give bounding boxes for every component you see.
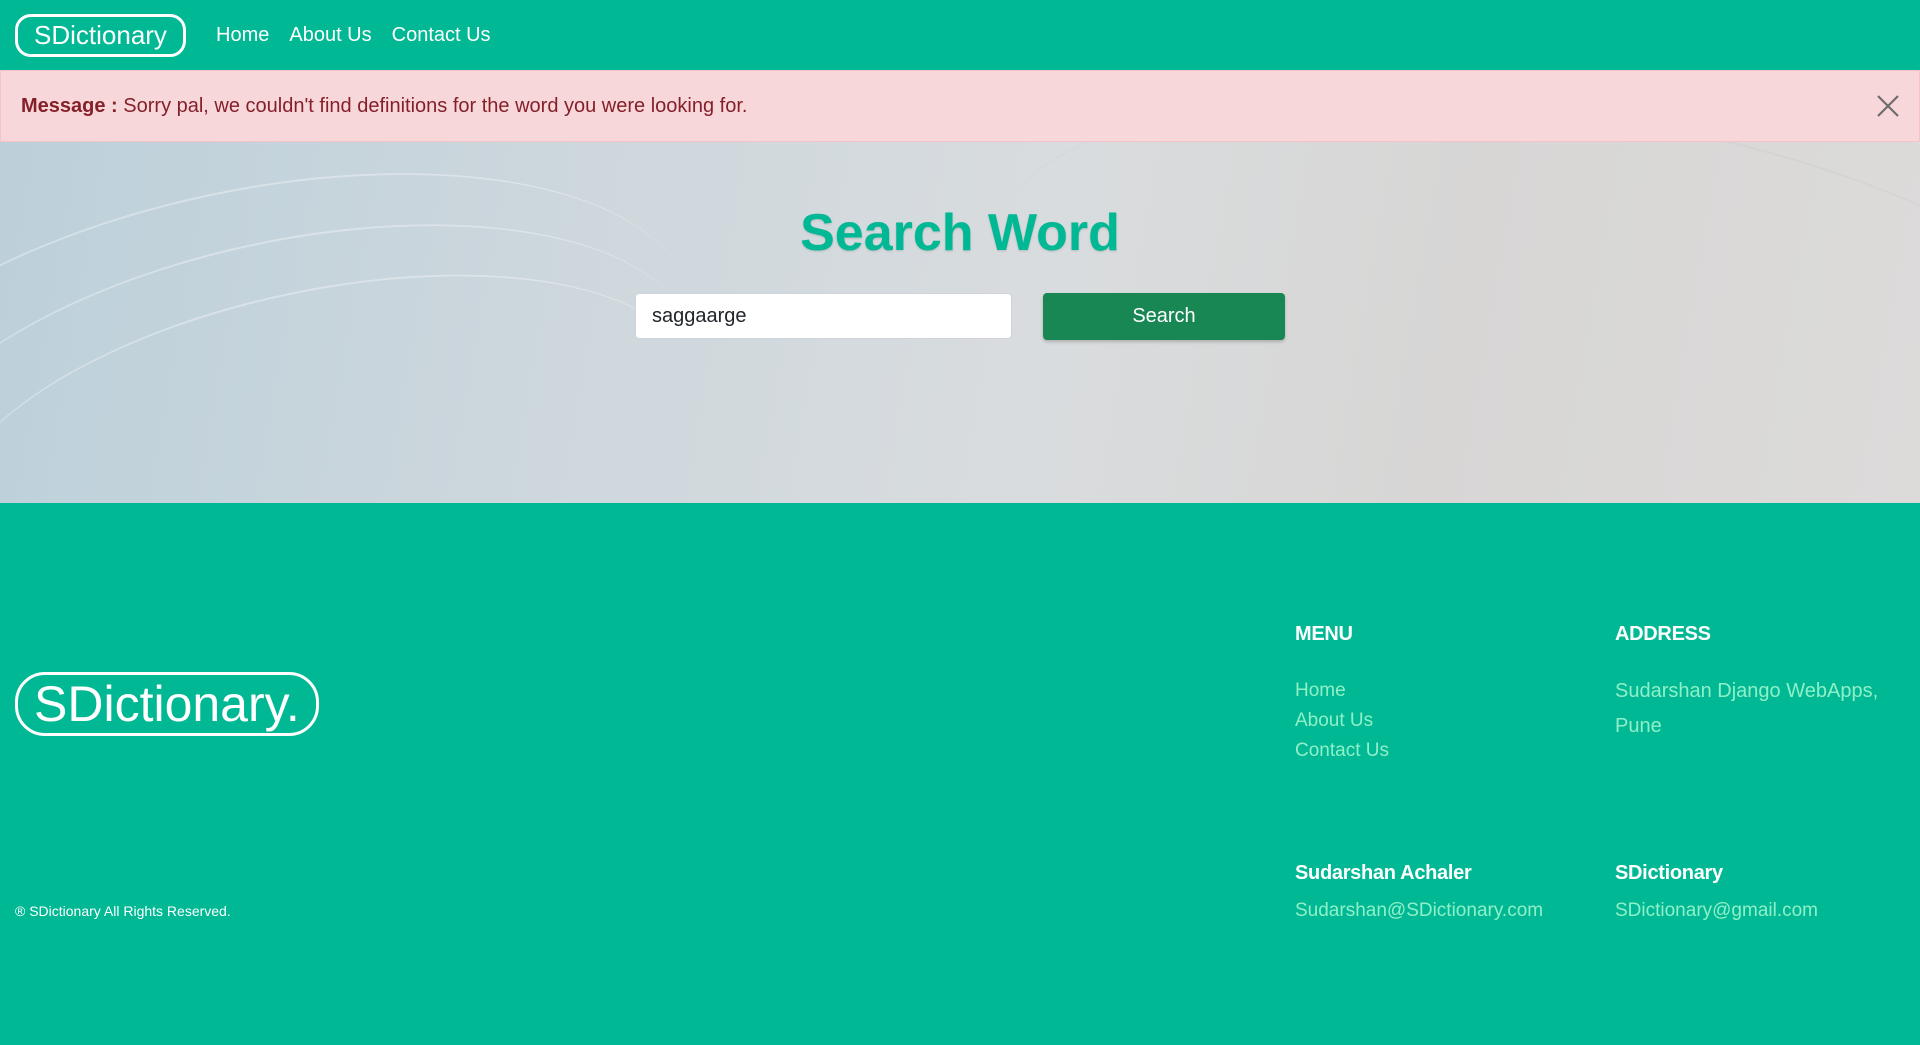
menu-heading: MENU <box>1295 623 1353 645</box>
alert-text: Message : Sorry pal, we couldn't find de… <box>21 95 747 118</box>
nav-link-contact[interactable]: Contact Us <box>392 22 491 48</box>
address-heading: ADDRESS <box>1615 623 1711 645</box>
address-line-1: Sudarshan Django WebApps, <box>1615 680 1879 702</box>
search-button[interactable]: Search <box>1043 293 1285 340</box>
alert-label: Message : <box>21 95 118 117</box>
navbar-brand[interactable]: SDictionary <box>15 14 186 57</box>
footer-link-about[interactable]: About Us <box>1295 710 1373 732</box>
nav-link-home[interactable]: Home <box>216 22 269 48</box>
navbar: SDictionary Home About Us Contact Us <box>0 0 1920 70</box>
company-email[interactable]: SDictionary@gmail.com <box>1615 900 1818 922</box>
close-icon[interactable] <box>1875 93 1901 119</box>
search-title: Search Word <box>800 204 1120 262</box>
nav-links: Home About Us Contact Us <box>216 22 491 48</box>
address-text: Sudarshan Django WebApps, Pune <box>1615 674 1878 744</box>
address-line-2: Pune <box>1615 715 1662 737</box>
footer-link-contact[interactable]: Contact Us <box>1295 740 1389 762</box>
contact-email[interactable]: Sudarshan@SDictionary.com <box>1295 900 1543 922</box>
copyright-text: ® SDictionary All Rights Reserved. <box>15 903 231 919</box>
footer-brand: SDictionary. <box>15 672 319 736</box>
nav-link-about[interactable]: About Us <box>289 22 371 48</box>
company-name: SDictionary <box>1615 862 1723 884</box>
alert-body: Sorry pal, we couldn't find definitions … <box>123 95 748 117</box>
alert-message: Message : Sorry pal, we couldn't find de… <box>0 70 1920 142</box>
search-input[interactable] <box>635 293 1012 339</box>
contact-name: Sudarshan Achaler <box>1295 862 1472 884</box>
footer-link-home[interactable]: Home <box>1295 680 1346 702</box>
